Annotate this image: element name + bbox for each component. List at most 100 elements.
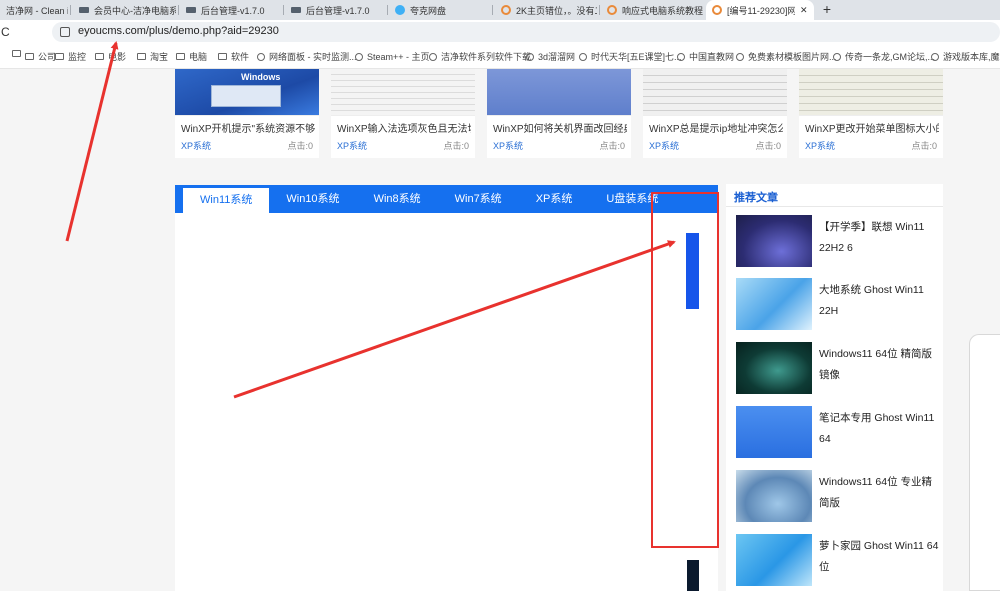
article-category[interactable]: XP系统: [493, 139, 523, 152]
bookmark-label: Steam++ - 主页: [367, 52, 430, 62]
article-title[interactable]: 笔记本专用 Ghost Win11 64: [819, 408, 939, 450]
tab-separator: [599, 5, 600, 15]
article-title[interactable]: WinXP更改开始菜单图标大小的: [805, 120, 939, 135]
article-category[interactable]: XP系统: [649, 139, 679, 152]
article-title[interactable]: WinXP总是提示ip地址冲突怎么: [649, 120, 783, 135]
bookmark-label: 时代天华[五E课堂]七...: [591, 52, 682, 62]
bookmark-link[interactable]: 3d溜溜网: [526, 50, 575, 63]
article-title[interactable]: WinXP输入法选项灰色且无法切: [337, 120, 471, 135]
floating-side-widget[interactable]: [969, 334, 1000, 591]
bookmark-label: 公司: [38, 52, 57, 62]
bookmark-label: 电影: [108, 52, 127, 62]
bookmark-link[interactable]: 洁净软件系列软件下载: [429, 50, 531, 63]
tab-label: 后台管理-v1.7.0: [306, 5, 370, 16]
url-text[interactable]: eyoucms.com/plus/demo.php?aid=29230: [78, 25, 279, 37]
article-title[interactable]: WinXP如何将关机界面改回经典: [493, 120, 627, 135]
bookmark-link[interactable]: 时代天华[五E课堂]七...: [579, 50, 682, 63]
tab-win8[interactable]: Win8系统: [357, 185, 438, 213]
annotation-arrow-to-url: [65, 41, 119, 242]
tab-win11[interactable]: Win11系统: [183, 188, 270, 213]
tab-win10[interactable]: Win10系统: [269, 185, 356, 213]
article-title[interactable]: Windows11 64位 专业精简版: [819, 472, 939, 514]
article-title[interactable]: 【开学季】联想 Win11 22H2 6: [819, 217, 939, 259]
article-card[interactable]: Windows WinXP开机提示"系统资源不够 无 XP系统 点击:0: [175, 69, 319, 158]
article-clicks: 点击:0: [755, 141, 781, 151]
tab-separator: [387, 5, 388, 15]
article-clicks: 点击:0: [443, 141, 469, 151]
article-title[interactable]: WinXP开机提示"系统资源不够 无: [181, 120, 315, 135]
bookmark-link[interactable]: Steam++ - 主页: [355, 50, 430, 63]
article-thumbnail[interactable]: [643, 69, 787, 116]
bookmark-folder[interactable]: 淘宝: [137, 50, 168, 63]
browser-tab[interactable]: 2K主页错位，。没有二: [495, 0, 597, 20]
article-title[interactable]: Windows11 64位 精简版镜像: [819, 344, 939, 386]
article-category[interactable]: XP系统: [805, 139, 835, 152]
tab-label: 夸克网盘: [410, 5, 447, 16]
bookmarks-bar: 公司 监控 电影 淘宝 电脑 软件 网络面板 - 实时监测... Steam++…: [0, 44, 1000, 69]
folder-icon: [176, 53, 185, 60]
tab-label: 响应式电脑系统教程网: [622, 5, 703, 16]
article-thumbnail[interactable]: [736, 342, 812, 394]
list-item[interactable]: Windows11 64位 专业精简版: [736, 470, 940, 522]
list-item[interactable]: 【开学季】联想 Win11 22H2 6: [736, 215, 940, 267]
bookmark-folder[interactable]: [12, 50, 21, 57]
list-item[interactable]: 萝卜家园 Ghost Win11 64位: [736, 534, 940, 586]
article-thumbnail[interactable]: [736, 534, 812, 586]
bookmark-link[interactable]: 游戏版本库,魔域私...: [931, 50, 1000, 63]
bookmark-link[interactable]: 免费素材模板图片网...: [736, 50, 837, 63]
tab-win7[interactable]: Win7系统: [438, 185, 519, 213]
annotation-highlight-box: [651, 192, 719, 548]
browser-tab[interactable]: 后台管理-v1.7.0: [180, 0, 282, 20]
browser-tab-strip: 洁净网 - Clean in 会员中心-洁净电脑系 后台管理-v1.7.0 后台…: [0, 0, 1000, 20]
article-card[interactable]: WinXP总是提示ip地址冲突怎么 XP系统 点击:0: [643, 69, 787, 158]
bookmark-label: 电脑: [189, 52, 208, 62]
tab-label: 后台管理-v1.7.0: [201, 5, 265, 16]
article-thumbnail[interactable]: [331, 69, 475, 116]
site-info-icon[interactable]: [60, 27, 70, 37]
article-category[interactable]: XP系统: [181, 139, 211, 152]
article-card[interactable]: WinXP如何将关机界面改回经典 XP系统 点击:0: [487, 69, 631, 158]
new-tab-icon[interactable]: +: [820, 0, 834, 20]
browser-tab[interactable]: 响应式电脑系统教程网: [601, 0, 703, 20]
list-item[interactable]: 笔记本专用 Ghost Win11 64: [736, 406, 940, 458]
article-card[interactable]: WinXP更改开始菜单图标大小的 XP系统 点击:0: [799, 69, 943, 158]
list-item[interactable]: 大地系统 Ghost Win11 22H: [736, 278, 940, 330]
browser-tab[interactable]: 夸克网盘: [389, 0, 489, 20]
bookmark-folder[interactable]: 电脑: [176, 50, 207, 63]
article-thumbnail[interactable]: Windows: [175, 69, 319, 116]
list-item[interactable]: Windows11 64位 精简版镜像: [736, 342, 940, 394]
article-thumbnail[interactable]: [487, 69, 631, 116]
browser-tab[interactable]: 后台管理-v1.7.0: [285, 0, 385, 20]
article-title[interactable]: 大地系统 Ghost Win11 22H: [819, 280, 939, 322]
sidebar-heading: 推荐文章: [734, 192, 778, 204]
bookmark-folder[interactable]: 监控: [55, 50, 86, 63]
close-tab-icon[interactable]: ✕: [800, 5, 808, 16]
browser-tab[interactable]: 洁净网 - Clean in: [0, 0, 68, 20]
article-thumbnail[interactable]: [736, 406, 812, 458]
bookmark-folder[interactable]: 电影: [95, 50, 126, 63]
bookmark-label: 淘宝: [150, 52, 169, 62]
article-title[interactable]: 萝卜家园 Ghost Win11 64位: [819, 536, 939, 578]
tab-label: 2K主页错位，。没有二: [516, 5, 597, 16]
browser-tab[interactable]: 会员中心-洁净电脑系: [73, 0, 176, 20]
bookmark-link[interactable]: 中国直教网: [677, 50, 734, 63]
article-card[interactable]: WinXP输入法选项灰色且无法切 XP系统 点击:0: [331, 69, 475, 158]
bookmark-link[interactable]: 网络面板 - 实时监测...: [257, 50, 357, 63]
article-thumbnail[interactable]: [736, 470, 812, 522]
bookmark-link[interactable]: 传奇一条龙,GM论坛,...: [833, 50, 935, 63]
bookmark-folder[interactable]: 公司: [25, 50, 56, 63]
bookmark-label: 游戏版本库,魔域私...: [943, 52, 1000, 62]
globe-icon: [526, 52, 534, 61]
bookmark-folder[interactable]: 软件: [218, 50, 249, 63]
browser-tab-active[interactable]: [编号11-29230]网 ✕: [706, 0, 814, 20]
article-thumbnail[interactable]: [799, 69, 943, 116]
article-thumbnail[interactable]: [736, 278, 812, 330]
folder-icon: [95, 53, 104, 60]
bookmark-label: 软件: [231, 52, 250, 62]
reload-icon[interactable]: C: [1, 25, 10, 39]
site-favicon-icon: [186, 7, 196, 13]
divider: [726, 206, 943, 207]
tab-xp[interactable]: XP系统: [519, 185, 590, 213]
article-thumbnail[interactable]: [736, 215, 812, 267]
article-category[interactable]: XP系统: [337, 139, 367, 152]
